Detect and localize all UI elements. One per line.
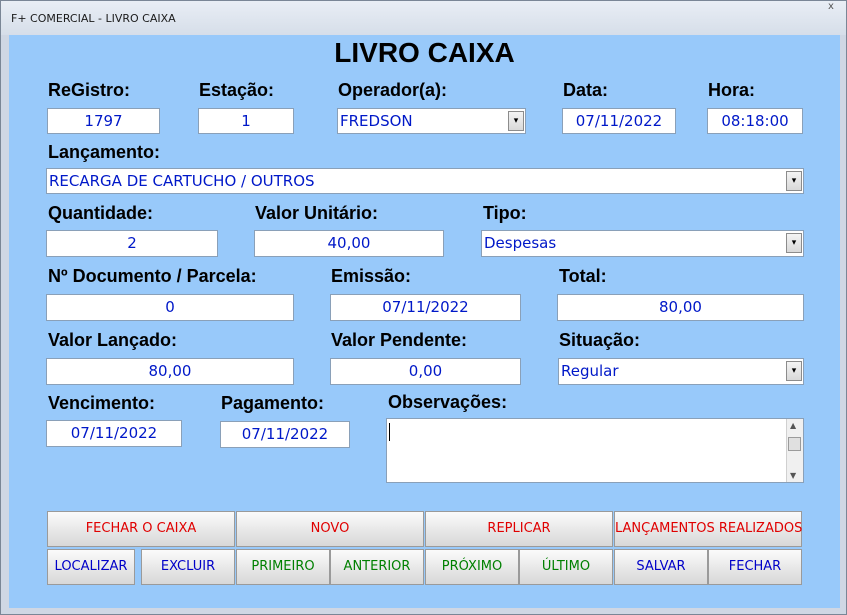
app-window: F+ COMERCIAL - LIVRO CAIXA x LIVRO CAIXA…	[0, 0, 847, 615]
hora-field[interactable]: 08:18:00	[707, 108, 803, 134]
localizar-button[interactable]: LOCALIZAR	[47, 549, 135, 585]
window-title: F+ COMERCIAL - LIVRO CAIXA	[11, 12, 176, 25]
observacoes-label: Observações:	[388, 392, 508, 412]
fechar-caixa-button[interactable]: FECHAR O CAIXA	[47, 511, 235, 547]
salvar-button[interactable]: SALVAR	[614, 549, 708, 585]
observacoes-textarea[interactable]: ▲ ▼	[386, 418, 804, 483]
close-icon[interactable]: x	[828, 1, 838, 13]
documento-label: Nº Documento / Parcela:	[48, 266, 257, 286]
total-field[interactable]: 80,00	[557, 294, 804, 321]
excluir-button[interactable]: EXCLUIR	[141, 549, 235, 585]
hora-label: Hora:	[708, 80, 756, 100]
situacao-select[interactable]: Regular ▾	[558, 358, 804, 385]
operador-value: FREDSON	[340, 112, 413, 130]
registro-field[interactable]: 1797	[47, 108, 160, 134]
scrollbar-thumb[interactable]	[788, 437, 801, 451]
quantidade-label: Quantidade:	[48, 203, 154, 223]
data-label: Data:	[563, 80, 609, 100]
chevron-down-icon[interactable]: ▾	[786, 233, 802, 253]
registro-label: ReGistro:	[48, 80, 131, 100]
chevron-down-icon[interactable]: ▾	[508, 111, 524, 131]
chevron-down-icon[interactable]: ▾	[786, 171, 802, 191]
text-cursor	[389, 423, 390, 441]
emissao-label: Emissão:	[331, 266, 412, 286]
replicar-button[interactable]: REPLICAR	[425, 511, 613, 547]
operador-select[interactable]: FREDSON ▾	[337, 108, 526, 134]
vertical-scrollbar[interactable]: ▲ ▼	[786, 419, 803, 482]
lancamento-select[interactable]: RECARGA DE CARTUCHO / OUTROS ▾	[46, 168, 804, 194]
ultimo-button[interactable]: ÚLTIMO	[519, 549, 613, 585]
pagamento-label: Pagamento:	[221, 393, 325, 413]
primeiro-button[interactable]: PRIMEIRO	[236, 549, 330, 585]
proximo-button[interactable]: PRÓXIMO	[425, 549, 519, 585]
page-title: LIVRO CAIXA	[334, 37, 515, 68]
form-area: LIVRO CAIXA ReGistro: Estação: Operador(…	[9, 35, 840, 608]
tipo-select[interactable]: Despesas ▾	[481, 230, 804, 257]
total-label: Total:	[559, 266, 607, 286]
fechar-button[interactable]: FECHAR	[708, 549, 802, 585]
anterior-button[interactable]: ANTERIOR	[330, 549, 424, 585]
title-bar: F+ COMERCIAL - LIVRO CAIXA x	[1, 1, 846, 35]
tipo-label: Tipo:	[483, 203, 527, 223]
valor-pendente-field[interactable]: 0,00	[330, 358, 521, 385]
vencimento-label: Vencimento:	[48, 393, 156, 413]
lancamentos-realizados-button[interactable]: LANÇAMENTOS REALIZADOS	[614, 511, 802, 547]
vencimento-field[interactable]: 07/11/2022	[46, 420, 182, 447]
scroll-down-icon[interactable]: ▼	[790, 471, 796, 480]
situacao-label: Situação:	[559, 330, 641, 350]
lancamento-value: RECARGA DE CARTUCHO / OUTROS	[49, 172, 315, 190]
valor-unitario-field[interactable]: 40,00	[254, 230, 444, 257]
operador-label: Operador(a):	[338, 80, 448, 100]
emissao-field[interactable]: 07/11/2022	[330, 294, 521, 321]
valor-lancado-field[interactable]: 80,00	[46, 358, 294, 385]
documento-field[interactable]: 0	[46, 294, 294, 321]
estacao-label: Estação:	[199, 80, 275, 100]
situacao-value: Regular	[561, 362, 619, 380]
scroll-up-icon[interactable]: ▲	[790, 421, 796, 430]
pagamento-field[interactable]: 07/11/2022	[220, 421, 350, 448]
quantidade-field[interactable]: 2	[46, 230, 218, 257]
data-field[interactable]: 07/11/2022	[562, 108, 676, 134]
valor-pendente-label: Valor Pendente:	[331, 330, 468, 350]
tipo-value: Despesas	[484, 234, 557, 252]
novo-button[interactable]: NOVO	[236, 511, 424, 547]
chevron-down-icon[interactable]: ▾	[786, 361, 802, 381]
valor-lancado-label: Valor Lançado:	[48, 330, 178, 350]
estacao-field[interactable]: 1	[198, 108, 294, 134]
valor-unitario-label: Valor Unitário:	[255, 203, 379, 223]
lancamento-label: Lançamento:	[48, 142, 161, 162]
